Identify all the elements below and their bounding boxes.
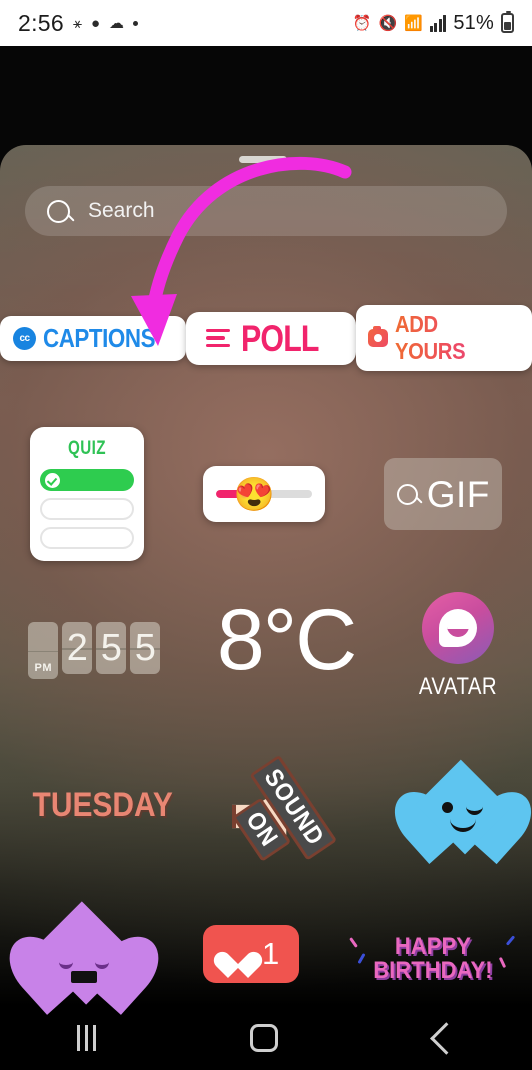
sticker-captions[interactable]: cc CAPTIONS [0,315,187,361]
search-input[interactable]: Search [25,186,507,236]
avatar-icon [421,592,494,664]
heart-face [417,801,509,815]
sticker-gif[interactable]: GIF [384,458,503,530]
signal-icon [429,14,447,32]
recents-icon[interactable] [77,1025,96,1051]
avatar-glyph-icon [438,609,477,647]
back-icon[interactable] [430,1021,463,1055]
like-count: 1 [261,936,280,971]
gif-label: GIF [426,473,490,515]
sticker-tray-sheet [0,145,532,1006]
quiz-answer-blank[interactable] [39,527,134,549]
clock-digit-tile: 5 [96,622,127,674]
sticker-blue-heart[interactable] [382,759,532,864]
clock-digit-tile: 5 [130,622,161,674]
heart-face [34,957,134,969]
poll-lines-icon [206,328,231,348]
status-bar-right: ⏰ 🔇 📶 51% [352,11,514,35]
mute-icon: 🔇 [378,14,398,32]
clock-meridiem-tile: PM [28,622,59,679]
sticker-add-yours[interactable]: ADD YOURS [356,305,532,371]
home-icon[interactable] [250,1024,278,1052]
flip-clock[interactable]: PM 2 5 5 [28,622,161,679]
happy-birthday-line1: HAPPY [394,933,471,960]
sticker-row-3: PM 2 5 5 8°C AVATAR [0,592,532,702]
captions-pill[interactable]: cc CAPTIONS [0,315,187,361]
sticker-poll[interactable]: POLL [186,311,357,365]
sticker-weekday[interactable]: TUESDAY [23,786,182,825]
quiz-label: QUIZ [67,438,106,459]
poll-pill[interactable]: POLL [186,311,357,365]
quiz-answer-correct[interactable] [39,469,134,491]
quiz-card[interactable]: QUIZ [29,427,144,561]
sticker-temperature[interactable]: 8°C [216,592,357,688]
search-icon [47,199,70,223]
messenger-icon: ● [90,14,101,32]
check-icon [44,472,60,488]
avatar-label: AVATAR [418,673,497,700]
clock-meridiem: PM [34,662,53,674]
weekday-label: TUESDAY [32,785,174,824]
sticker-happy-birthday[interactable]: HAPPY BIRTHDAY! [348,905,515,985]
sound-on-graphic: SOUND ON [230,748,370,863]
add-yours-pill[interactable]: ADD YOURS [356,305,532,371]
notification-icon: ⚹ [72,14,82,32]
sticker-like-counter[interactable]: 1 [203,905,300,983]
battery-icon [501,11,514,33]
clock-digit: 5 [134,627,156,669]
captions-label: CAPTIONS [43,322,156,353]
camera-icon [368,326,389,347]
wifi-icon: 📶 [404,14,423,32]
status-time: 2:56 [18,9,64,36]
search-placeholder: Search [88,199,155,222]
sheet-drag-handle[interactable] [239,156,287,163]
blue-heart-icon [382,759,532,864]
sticker-quiz[interactable]: QUIZ [29,427,144,561]
sticker-row-2: QUIZ 😍 GIF [0,427,532,561]
sticker-row-4: TUESDAY SOUND ON [0,745,532,865]
quiz-answer-blank[interactable] [39,498,134,520]
search-icon [396,483,418,505]
weather-cloud-icon: ☁ [109,14,125,32]
gif-button[interactable]: GIF [384,458,503,530]
dot-icon [133,20,139,26]
status-bar: 2:56 ⚹ ● ☁ ⏰ 🔇 📶 51% [0,0,532,46]
android-nav-bar [0,1006,532,1070]
clock-digit: 5 [100,627,122,669]
alarm-icon: ⏰ [352,14,372,32]
clock-digit-tile: 2 [62,622,93,674]
battery-percent: 51% [453,11,494,34]
cc-icon: cc [13,326,36,350]
happy-birthday-line2: BIRTHDAY! [373,957,493,985]
heart-eyes-emoji-icon[interactable]: 😍 [234,478,275,511]
sticker-flip-clock[interactable]: PM 2 5 5 [28,592,161,679]
phone-screen: 2:56 ⚹ ● ☁ ⏰ 🔇 📶 51% Search cc CAPTIONS [0,0,532,1070]
temperature-label: 8°C [216,592,357,688]
sticker-avatar[interactable]: AVATAR [412,592,504,701]
sticker-emoji-slider[interactable]: 😍 [202,466,325,522]
poll-label: POLL [241,317,319,359]
sticker-row-1: cc CAPTIONS POLL ADD YOURS [0,305,532,371]
sticker-purple-heart[interactable] [0,901,172,1016]
emoji-slider-card[interactable]: 😍 [202,466,325,522]
heart-icon [223,941,253,968]
happy-birthday-graphic: HAPPY BIRTHDAY! [348,933,515,985]
sticker-sound-on[interactable]: SOUND ON [230,748,370,863]
clock-digit: 2 [66,627,88,669]
sticker-row-5: 1 HAPPY BIRTHDAY! [0,901,532,1016]
status-bar-left: 2:56 ⚹ ● ☁ [18,9,139,37]
add-yours-label: ADD YOURS [395,311,505,365]
purple-heart-icon [0,901,172,1016]
like-badge[interactable]: 1 [203,925,300,983]
